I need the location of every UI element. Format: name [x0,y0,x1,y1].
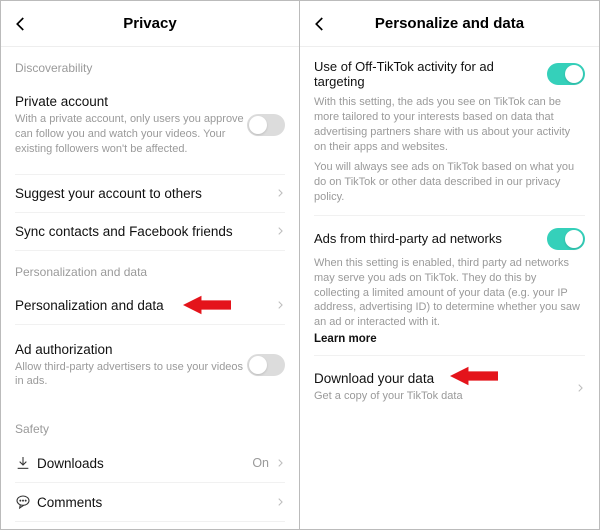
content: Discoverability Private account With a p… [1,47,299,529]
section-personalization: Personalization and data [15,251,285,287]
off-tiktok-block: Use of Off-TikTok activity for ad target… [314,47,585,216]
off-tiktok-desc2: You will always see ads on TikTok based … [314,160,585,205]
private-account-toggle[interactable] [247,114,285,136]
download-data-label: Download your data [314,371,575,386]
privacy-pane: Privacy Discoverability Private account … [0,0,300,530]
off-tiktok-label: Use of Off-TikTok activity for ad target… [314,59,547,89]
personalization-label: Personalization and data [15,298,275,313]
learn-more-link[interactable]: Learn more [314,333,585,345]
header: Personalize and data [300,1,599,47]
chevron-right-icon [575,381,585,395]
downloads-label: Downloads [37,456,252,471]
third-party-block: Ads from third-party ad networks When th… [314,216,585,356]
section-safety: Safety [15,408,285,444]
suggest-account-row[interactable]: Suggest your account to others [15,174,285,213]
chevron-right-icon [275,495,285,509]
personalization-data-row[interactable]: Personalization and data [15,287,285,325]
third-party-desc: When this setting is enabled, third part… [314,256,585,330]
personalize-pane: Personalize and data Use of Off-TikTok a… [300,0,600,530]
suggest-label: Suggest your account to others [15,186,275,201]
off-tiktok-toggle[interactable] [547,63,585,85]
ad-auth-toggle[interactable] [247,354,285,376]
ad-auth-label: Ad authorization [15,342,247,357]
chevron-left-icon [12,15,30,33]
back-button[interactable] [300,1,340,47]
chevron-right-icon [275,224,285,238]
ad-authorization-row: Ad authorization Allow third-party adver… [15,331,285,401]
comment-icon [15,494,37,510]
download-data-desc: Get a copy of your TikTok data [314,389,575,404]
chevron-right-icon [275,456,285,470]
page-title: Privacy [1,15,299,32]
chevron-left-icon [311,15,329,33]
content: Use of Off-TikTok activity for ad target… [300,47,599,529]
comments-label: Comments [37,495,275,510]
back-button[interactable] [1,1,41,47]
comments-row[interactable]: Comments [15,483,285,522]
chevron-right-icon [275,186,285,200]
header: Privacy [1,1,299,47]
private-account-desc: With a private account, only users you a… [15,112,247,157]
off-tiktok-desc1: With this setting, the ads you see on Ti… [314,95,585,154]
sync-label: Sync contacts and Facebook friends [15,224,275,239]
section-discoverability: Discoverability [15,47,285,83]
private-account-label: Private account [15,94,247,109]
downloads-row[interactable]: Downloads On [15,444,285,483]
third-party-label: Ads from third-party ad networks [314,231,547,246]
third-party-toggle[interactable] [547,228,585,250]
page-title: Personalize and data [300,15,599,32]
download-icon [15,455,37,471]
sync-contacts-row[interactable]: Sync contacts and Facebook friends [15,213,285,251]
download-data-row[interactable]: Download your data Get a copy of your Ti… [314,360,585,415]
chevron-right-icon [275,298,285,312]
private-account-row: Private account With a private account, … [15,83,285,168]
following-list-row[interactable]: Following list Everyone [15,522,285,529]
downloads-value: On [252,456,269,470]
ad-auth-desc: Allow third-party advertisers to use you… [15,360,247,390]
